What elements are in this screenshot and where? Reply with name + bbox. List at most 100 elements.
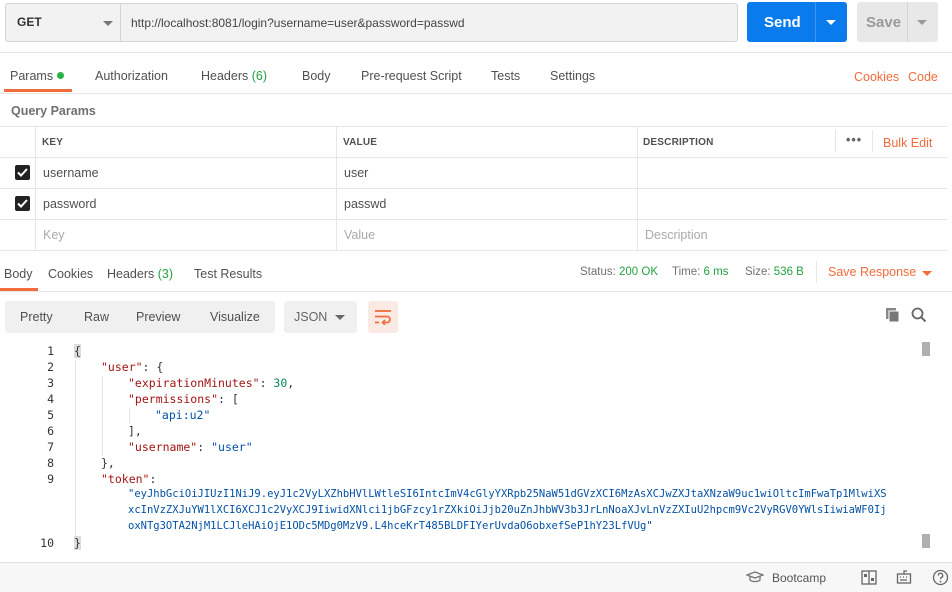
save-button[interactable]: Save <box>857 2 938 42</box>
line-number: 7 <box>47 440 54 454</box>
response-tab-headers-count: (3) <box>157 267 174 281</box>
json-key: "user" <box>101 360 143 374</box>
tab-params[interactable]: Params <box>10 69 65 83</box>
save-label: Save <box>866 14 902 31</box>
line-number: 4 <box>47 392 54 406</box>
response-tab-cookies[interactable]: Cookies <box>48 267 93 281</box>
tab-settings[interactable]: Settings <box>550 69 595 83</box>
param-key[interactable]: password <box>43 197 97 211</box>
json-string: "eyJhbGciOiJIUzI1NiJ9.eyJ1c2VyLXZhbHVlLW… <box>128 488 887 500</box>
table-border <box>0 157 947 158</box>
new-key-input[interactable]: Key <box>43 228 65 242</box>
table-border <box>0 250 947 251</box>
code-line: "eyJhbGciOiJIUzI1NiJ9.eyJ1c2VyLXZhbHVlLW… <box>128 488 887 500</box>
code-line: oxNTg3OTA2NjM1LCJleHAiOjE1ODc5MDg0MzV9.L… <box>128 520 653 532</box>
tab-headers[interactable]: Headers (6) <box>201 69 267 83</box>
tab-headers-count: (6) <box>251 69 268 83</box>
checkbox-password[interactable] <box>15 196 30 211</box>
column-header-value: VALUE <box>343 137 378 148</box>
response-body-viewer[interactable]: 1 2 3 4 5 6 7 8 9 10 { "user": { "expira… <box>0 340 952 554</box>
line-number: 2 <box>47 360 54 374</box>
line-number: 10 <box>40 536 54 550</box>
new-description-input[interactable]: Description <box>645 228 708 242</box>
line-number: 5 <box>47 408 54 422</box>
new-value-input[interactable]: Value <box>344 228 375 242</box>
bulk-edit-link[interactable]: Bulk Edit <box>883 136 932 150</box>
wrap-lines-icon <box>375 310 391 325</box>
tab-authorization[interactable]: Authorization <box>95 69 168 83</box>
divider <box>816 261 817 283</box>
json-key: "token" <box>101 472 150 486</box>
indent-guide <box>75 360 76 536</box>
save-options-chevron-icon[interactable] <box>917 20 927 25</box>
view-raw[interactable]: Raw <box>84 310 109 324</box>
response-tab-test-results[interactable]: Test Results <box>194 267 262 281</box>
query-params-title: Query Params <box>11 104 96 118</box>
view-visualize[interactable]: Visualize <box>210 310 260 324</box>
chevron-down-icon <box>335 315 345 320</box>
bootcamp-link[interactable]: Bootcamp <box>772 571 826 585</box>
view-preview[interactable]: Preview <box>136 310 180 324</box>
wrap-lines-button[interactable] <box>368 301 398 333</box>
json-brace: { <box>74 344 81 358</box>
help-icon[interactable] <box>932 569 949 586</box>
time-readout: Time: 6 ms <box>672 266 728 278</box>
format-select[interactable]: JSON <box>284 301 357 333</box>
tab-tests[interactable]: Tests <box>491 69 520 83</box>
tab-headers-label: Headers <box>201 69 249 83</box>
url-input[interactable]: http://localhost:8081/login?username=use… <box>121 3 738 42</box>
keyboard-shortcuts-icon[interactable] <box>896 569 912 585</box>
tab-body[interactable]: Body <box>302 69 331 83</box>
checkmark-icon <box>17 168 28 177</box>
table-border <box>0 126 947 127</box>
two-pane-view-icon[interactable] <box>861 570 877 585</box>
code-line: xcInVzZXJuYW1lXCI6XCJ1c2VyXCJ9IiwidXNlci… <box>128 504 887 516</box>
column-divider <box>35 126 36 250</box>
chevron-down-icon <box>103 21 113 26</box>
line-number: 9 <box>47 472 54 486</box>
scrollbar-thumb[interactable] <box>922 342 930 356</box>
time-value: 6 ms <box>703 266 729 278</box>
divider <box>0 52 952 53</box>
table-border <box>0 188 947 189</box>
send-options-chevron-icon[interactable] <box>826 20 836 25</box>
code-link[interactable]: Code <box>908 70 938 84</box>
column-divider <box>835 130 836 152</box>
json-string: oxNTg3OTA2NjM1LCJleHAiOjE1ODc5MDg0MzV9.L… <box>128 520 653 532</box>
cookies-link[interactable]: Cookies <box>854 70 899 84</box>
view-pretty[interactable]: Pretty <box>20 310 53 324</box>
code-line: "token": <box>101 472 157 486</box>
param-value[interactable]: user <box>344 166 368 180</box>
save-response-chevron-icon[interactable] <box>922 271 932 276</box>
json-key: "expirationMinutes" <box>128 376 260 390</box>
status-readout: Status: 200 OK <box>580 266 658 278</box>
checkbox-username[interactable] <box>15 165 30 180</box>
bootcamp-icon <box>746 571 764 583</box>
scrollbar-thumb[interactable] <box>922 534 930 548</box>
param-key[interactable]: username <box>43 166 99 180</box>
search-icon[interactable] <box>911 307 927 323</box>
send-button[interactable]: Send <box>747 2 847 42</box>
copy-icon[interactable] <box>885 307 901 323</box>
json-number: 30 <box>273 376 288 390</box>
method-select[interactable]: GET <box>5 3 121 42</box>
column-header-description: DESCRIPTION <box>643 137 714 148</box>
save-response-button[interactable]: Save Response <box>828 265 916 279</box>
table-border <box>0 219 947 220</box>
code-line: "username": "user" <box>128 440 253 454</box>
more-options-icon[interactable]: ••• <box>846 133 862 147</box>
checkmark-icon <box>17 199 28 208</box>
tab-pre-request-script[interactable]: Pre-request Script <box>361 69 462 83</box>
divider <box>0 291 952 292</box>
indent-guide <box>102 376 103 456</box>
param-value[interactable]: passwd <box>344 197 386 211</box>
send-label: Send <box>764 14 801 31</box>
response-tab-headers[interactable]: Headers (3) <box>107 267 173 281</box>
view-mode-tabs: Pretty Raw Preview Visualize <box>5 301 275 333</box>
response-tab-body[interactable]: Body <box>4 267 33 281</box>
code-line: }, <box>101 456 115 470</box>
line-number: 3 <box>47 376 54 390</box>
json-string: "user" <box>211 440 253 454</box>
line-number: 1 <box>47 344 54 358</box>
column-divider <box>336 126 337 250</box>
